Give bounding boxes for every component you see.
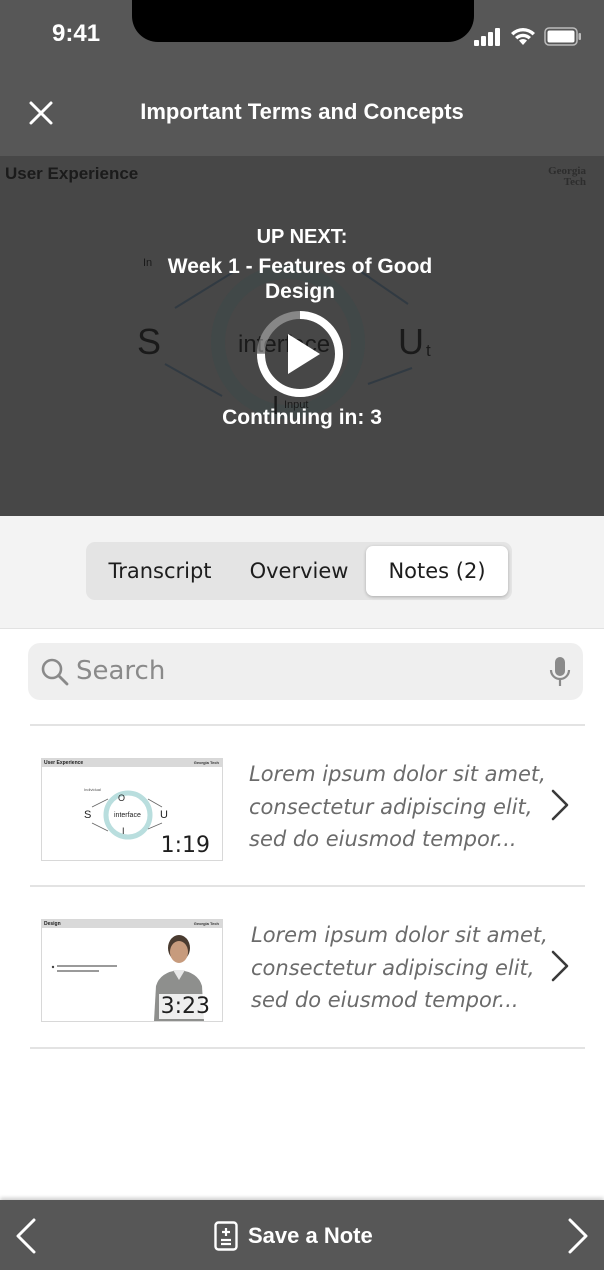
- svg-text:Individual: Individual: [84, 787, 101, 792]
- diagram-label-u-sub: t: [426, 341, 431, 360]
- page-title: Important Terms and Concepts: [140, 99, 464, 124]
- microphone-icon[interactable]: [549, 656, 571, 688]
- previous-button[interactable]: [14, 1218, 40, 1254]
- svg-text:U: U: [160, 809, 168, 821]
- note-list-item[interactable]: Design Georgia Tech 3:23 Lorem ipsum dol…: [30, 887, 585, 1045]
- search-icon: [41, 658, 69, 686]
- slide-title: User Experience: [5, 164, 139, 183]
- search-input[interactable]: [76, 651, 516, 691]
- header-bar: 9:41 Important Terms and Concepts: [0, 0, 604, 156]
- up-next-title: Week 1 - Features of Good Design: [167, 255, 433, 303]
- save-note-button[interactable]: Save a Note: [214, 1220, 373, 1252]
- note-thumbnail: Design Georgia Tech 3:23: [41, 919, 223, 1022]
- status-icons: [474, 24, 582, 46]
- tab-transcript[interactable]: Transcript: [86, 546, 234, 596]
- bottom-toolbar: Save a Note: [0, 1200, 604, 1270]
- tabs-area: Transcript Overview Notes (2): [0, 516, 604, 629]
- note-preview-text: Lorem ipsum dolor sit amet, consectetur …: [251, 923, 548, 1012]
- search-bar: [28, 643, 583, 700]
- note-preview-text: Lorem ipsum dolor sit amet, consectetur …: [249, 762, 546, 851]
- up-next-label: UP NEXT:: [256, 226, 348, 248]
- note-duration: 1:19: [158, 833, 212, 858]
- device-notch: [132, 0, 474, 42]
- note-duration: 3:23: [158, 994, 212, 1019]
- tab-overview[interactable]: Overview: [234, 546, 364, 596]
- countdown-text: Continuing in: 3: [222, 406, 382, 429]
- note-add-icon: [214, 1221, 238, 1251]
- svg-text:interface: interface: [114, 812, 141, 819]
- next-button[interactable]: [564, 1218, 590, 1254]
- list-divider: [30, 1047, 585, 1049]
- tab-notes[interactable]: Notes (2): [366, 546, 508, 596]
- svg-text:O: O: [118, 793, 125, 803]
- play-button[interactable]: [254, 308, 346, 400]
- diagram-label-s: S: [137, 321, 161, 362]
- georgia-tech-logo: Georgia Tech: [548, 165, 586, 188]
- wifi-icon: [511, 28, 535, 45]
- cellular-signal-icon: [474, 28, 500, 46]
- svg-text:I: I: [122, 826, 125, 836]
- status-time: 9:41: [52, 20, 101, 47]
- note-thumbnail: User Experience Georgia Tech S U interfa…: [41, 758, 223, 861]
- chevron-right-icon: [551, 789, 569, 821]
- note-list-item[interactable]: User Experience Georgia Tech S U interfa…: [30, 726, 585, 884]
- svg-text:S: S: [84, 809, 91, 821]
- save-note-label: Save a Note: [248, 1223, 373, 1248]
- segmented-control: Transcript Overview Notes (2): [86, 542, 512, 600]
- battery-icon: [544, 27, 581, 46]
- chevron-right-icon: [551, 950, 569, 982]
- video-player[interactable]: S U t interface In I Input User Experien…: [0, 156, 604, 516]
- diagram-label-u: U: [398, 321, 424, 362]
- play-icon: [288, 334, 320, 374]
